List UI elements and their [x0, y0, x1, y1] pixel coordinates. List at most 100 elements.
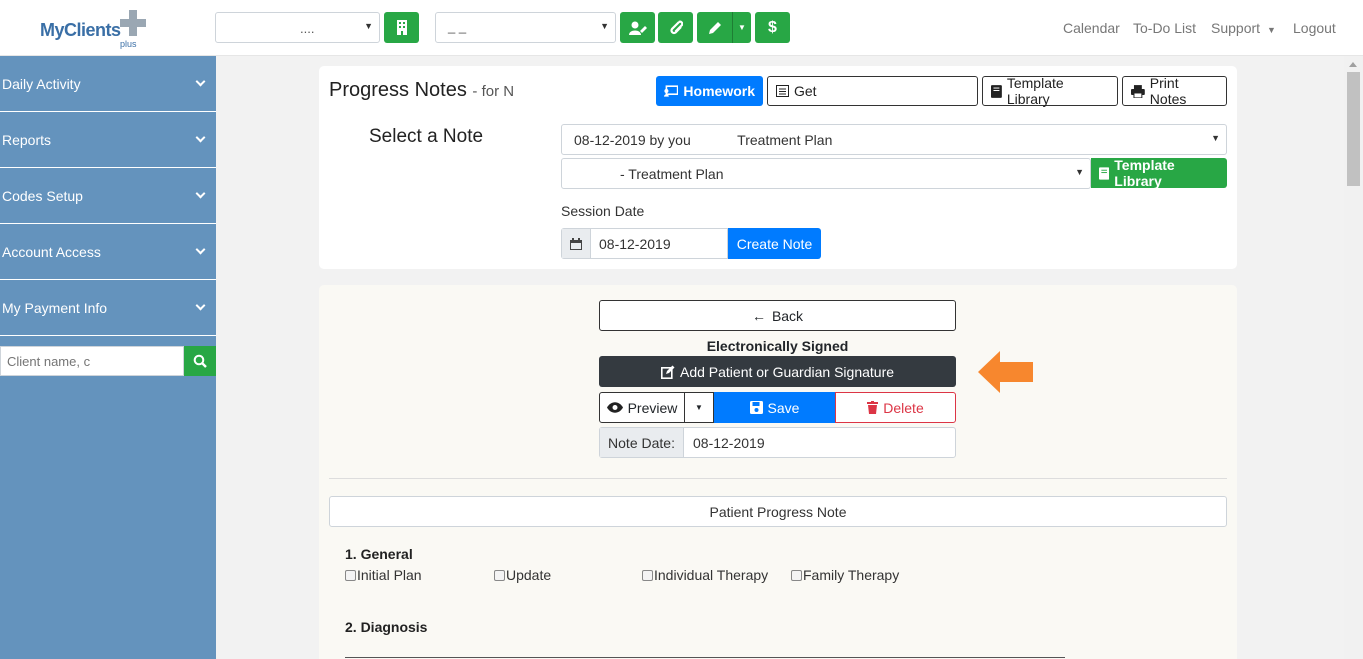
pencil-icon	[708, 21, 721, 34]
list-icon	[776, 85, 789, 97]
sidebar-item-label: Daily Activity	[2, 75, 81, 92]
checkbox[interactable]	[494, 569, 505, 581]
template-library-button[interactable]: Template Library	[982, 75, 1118, 107]
user-edit-icon	[628, 21, 647, 35]
building-button[interactable]	[384, 12, 419, 43]
get-button[interactable]: Get	[767, 76, 978, 106]
logo[interactable]: MyClients plus	[38, 8, 153, 50]
template-library-green-button[interactable]: Template Library	[1091, 157, 1227, 189]
template-library-label: Template Library	[1006, 75, 1064, 107]
note-select-value: 08-12-2019 by you Treatment Plan	[574, 132, 833, 148]
checkbox-family-therapy[interactable]: Family Therapy	[791, 567, 899, 583]
checkbox-individual-therapy[interactable]: Individual Therapy	[642, 567, 768, 583]
sidebar: Daily Activity Reports Codes Setup Accou…	[0, 56, 216, 659]
provider-select[interactable]: _ _ ▼	[435, 12, 616, 43]
caret-down-icon: ▼	[1075, 167, 1084, 177]
logo-text: MyClients	[40, 20, 121, 40]
checkbox-label: Individual Therapy	[654, 567, 769, 583]
template-select-value: - Treatment Plan	[620, 166, 724, 182]
add-signature-label: Add Patient or Guardian Signature	[679, 363, 895, 380]
provider-select-value: _ _	[448, 19, 467, 34]
print-notes-label: Print Notes	[1149, 75, 1187, 107]
template-library-green-label: Template Library	[1114, 157, 1175, 189]
preview-dropdown-button[interactable]: ▼	[685, 392, 714, 423]
sidebar-item-reports[interactable]: Reports	[0, 112, 216, 168]
select-note-label: Select a Note	[369, 126, 484, 147]
caret-down-icon: ▼	[695, 403, 703, 412]
section-diagnosis-title: 2. Diagnosis	[345, 619, 428, 635]
billing-button[interactable]: $	[755, 12, 790, 43]
delete-button[interactable]: Delete	[835, 392, 956, 423]
note-select[interactable]: 08-12-2019 by you Treatment Plan ▼	[561, 124, 1227, 155]
sidebar-item-label: Reports	[2, 131, 52, 148]
top-navbar: MyClients plus .... ▼ _ _ ▼ ▼ $ Calendar…	[0, 0, 1363, 56]
nav-support[interactable]: Support ▼	[1211, 20, 1276, 36]
sidebar-item-daily-activity[interactable]: Daily Activity	[0, 56, 216, 112]
arrow-left-annotation-icon	[978, 351, 1033, 393]
note-editor-card: ← Back Electronically Signed Add Patient…	[319, 285, 1237, 659]
nav-logout[interactable]: Logout	[1293, 20, 1336, 36]
client-select-value: ....	[300, 21, 315, 36]
homework-label: Homework	[683, 83, 755, 99]
delete-label: Delete	[883, 399, 924, 416]
save-button[interactable]: Save	[714, 392, 835, 423]
attachment-button[interactable]	[658, 12, 693, 43]
page-subtitle: - for N	[472, 83, 515, 100]
caret-down-icon: ▼	[1266, 25, 1276, 35]
nav-todo-list[interactable]: To-Do List	[1133, 20, 1196, 36]
search-icon	[193, 354, 207, 368]
print-notes-button[interactable]: Print Notes	[1122, 75, 1227, 107]
caret-down-icon: ▼	[600, 21, 609, 31]
page-title: Progress Notes - for N	[329, 79, 514, 102]
note-date-label: Note Date:	[600, 428, 684, 457]
sidebar-item-codes-setup[interactable]: Codes Setup	[0, 168, 216, 224]
preview-button[interactable]: Preview	[599, 392, 685, 423]
checkbox-initial-plan[interactable]: Initial Plan	[345, 567, 422, 583]
template-select[interactable]: - Treatment Plan ▼	[561, 158, 1091, 189]
page-scrollbar[interactable]	[1344, 56, 1363, 659]
checkbox-label: Update	[506, 567, 552, 583]
paperclip-icon	[669, 20, 683, 35]
section-general-title: 1. General	[345, 546, 413, 562]
checkbox[interactable]	[345, 569, 356, 581]
note-date-field[interactable]: Note Date: 08-12-2019	[599, 427, 956, 458]
back-button[interactable]: ← Back	[599, 300, 956, 331]
caret-down-icon: ▼	[364, 21, 373, 31]
nav-support-label: Support	[1211, 20, 1261, 36]
homework-button[interactable]: Homework	[656, 76, 763, 106]
calendar-addon	[562, 229, 591, 258]
checkbox-update[interactable]: Update	[494, 567, 551, 583]
save-label: Save	[767, 399, 800, 416]
edit-square-icon	[660, 365, 675, 379]
eye-icon	[606, 402, 623, 413]
client-search-input[interactable]	[0, 346, 184, 376]
sidebar-item-account-access[interactable]: Account Access	[0, 224, 216, 280]
chevron-down-icon	[195, 132, 206, 143]
chevron-down-icon	[195, 300, 206, 311]
floppy-disk-icon	[749, 401, 763, 414]
add-user-button[interactable]	[620, 12, 655, 43]
scroll-up-icon[interactable]	[1349, 62, 1357, 67]
edit-dropdown-button[interactable]: ▼	[732, 12, 751, 43]
sidebar-item-label: My Payment Info	[2, 299, 108, 316]
search-button[interactable]	[184, 346, 216, 376]
add-signature-button[interactable]: Add Patient or Guardian Signature	[599, 356, 956, 387]
client-select[interactable]: .... ▼	[215, 12, 380, 43]
logo-sub: plus	[120, 39, 137, 49]
form-title: Patient Progress Note	[329, 496, 1227, 527]
book-icon	[991, 84, 1002, 98]
building-icon	[396, 20, 407, 35]
nav-calendar[interactable]: Calendar	[1063, 20, 1120, 36]
caret-down-icon: ▼	[738, 23, 746, 32]
session-date-input[interactable]: 08-12-2019	[561, 228, 728, 259]
page-title-text: Progress Notes	[329, 79, 467, 101]
chevron-down-icon	[195, 244, 206, 255]
checkbox[interactable]	[642, 569, 653, 581]
get-label: Get	[794, 83, 817, 99]
create-note-button[interactable]: Create Note	[728, 228, 821, 259]
sidebar-item-my-payment-info[interactable]: My Payment Info	[0, 280, 216, 336]
scroll-thumb[interactable]	[1347, 72, 1360, 186]
checkbox[interactable]	[791, 569, 802, 581]
sidebar-item-label: Account Access	[2, 243, 101, 260]
edit-button[interactable]	[697, 12, 732, 43]
